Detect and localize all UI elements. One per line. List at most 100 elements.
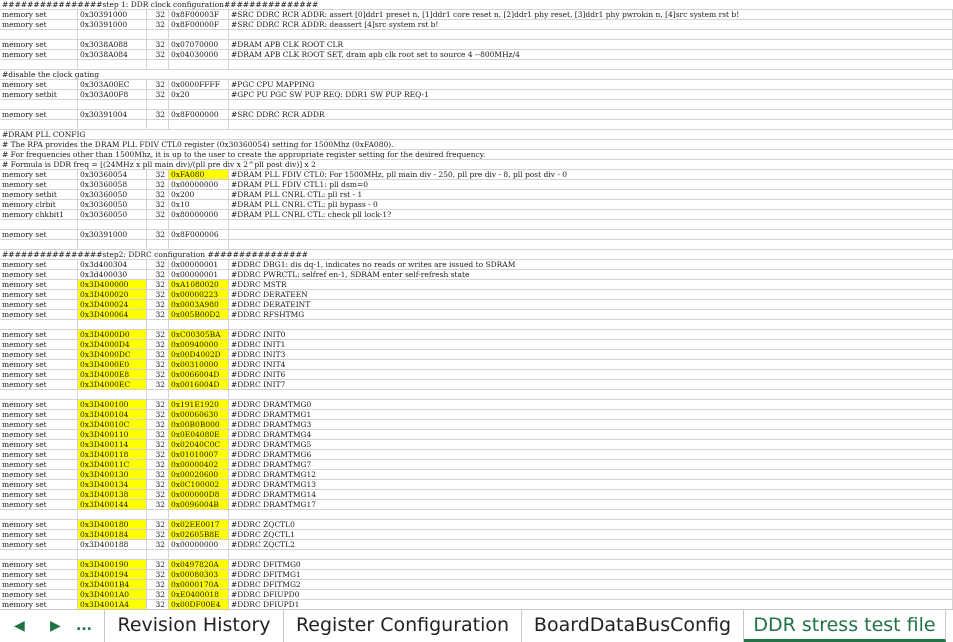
cell-width[interactable]: 32 [147,400,169,410]
cell-description[interactable]: #DRAM PLL CNRL CTL: pll rst - 1 [229,190,953,200]
cell-command[interactable]: memory set [0,170,78,180]
cell-address[interactable]: 0x30391000 [78,230,147,240]
cell-value[interactable] [169,240,229,250]
cell-address[interactable]: 0x3D400000 [78,280,147,290]
cell-width[interactable] [147,220,169,230]
cell-value[interactable]: 0x0000170A [169,580,229,590]
cell-command[interactable]: memory set [0,450,78,460]
cell-description[interactable]: #PGC CPU MAPPING [229,80,953,90]
cell-width[interactable] [147,60,169,70]
cell-command[interactable]: memory setbit [0,90,78,100]
cell-command[interactable]: memory set [0,230,78,240]
cell-width[interactable]: 32 [147,430,169,440]
cell-command[interactable] [0,60,78,70]
spreadsheet-grid[interactable]: ################step 1: DDR clock config… [0,0,953,609]
cell-description[interactable]: #DDRC DFITMG1 [229,570,953,580]
cell-width[interactable]: 32 [147,600,169,609]
cell-width[interactable]: 32 [147,90,169,100]
cell-width[interactable]: 32 [147,450,169,460]
cell-description[interactable] [229,120,953,130]
cell-description[interactable]: #DDRC DFITMG2 [229,580,953,590]
cell-address[interactable]: 0x3D4000D0 [78,330,147,340]
cell-width[interactable]: 32 [147,10,169,20]
cell-address[interactable]: 0x3D400114 [78,440,147,450]
cell-width[interactable]: 32 [147,570,169,580]
cell-command[interactable]: memory set [0,50,78,60]
cell-description[interactable]: #SRC DDRC RCR ADDR: deassert [4]src syst… [229,20,953,30]
cell-command[interactable]: memory set [0,400,78,410]
cell-value[interactable]: 0x07070000 [169,40,229,50]
cell-value[interactable]: 0x00DF00E4 [169,600,229,609]
cell-value[interactable]: 0x8F00003F [169,10,229,20]
cell-value[interactable]: 0x00D4002D [169,350,229,360]
cell-value[interactable]: 0x8F00000F [169,20,229,30]
cell-description[interactable] [229,100,953,110]
cell-value[interactable]: 0x02605B8E [169,530,229,540]
cell-command[interactable]: memory set [0,600,78,609]
cell-command[interactable] [0,220,78,230]
cell-value[interactable]: 0xE0400018 [169,590,229,600]
cell-width[interactable]: 32 [147,40,169,50]
cell-address[interactable] [78,60,147,70]
cell-address[interactable]: 0x3D40010C [78,420,147,430]
cell-value[interactable]: 0x00000223 [169,290,229,300]
cell-address[interactable] [78,100,147,110]
cell-description[interactable]: #GPC PU PGC SW PUP REQ: DDR1 SW PUP REQ-… [229,90,953,100]
cell-address[interactable]: 0x3D400194 [78,570,147,580]
cell-value[interactable]: 0x00310000 [169,360,229,370]
cell-width[interactable]: 32 [147,170,169,180]
cell-address[interactable]: 0x3D400184 [78,530,147,540]
cell-command[interactable]: memory setbit [0,190,78,200]
cell-value[interactable] [169,390,229,400]
cell-address[interactable]: 0x30391000 [78,20,147,30]
cell-value[interactable] [169,320,229,330]
cell-command[interactable]: memory set [0,470,78,480]
cell-value[interactable]: 0x0C100002 [169,480,229,490]
cell-value[interactable]: 0x00B0B000 [169,420,229,430]
cell-command[interactable]: memory chkbit1 [0,210,78,220]
cell-description[interactable]: #DDRC DFIUPD1 [229,600,953,609]
cell-address[interactable]: 0x3D400130 [78,470,147,480]
cell-width[interactable]: 32 [147,540,169,550]
cell-width[interactable]: 32 [147,200,169,210]
cell-value[interactable]: 0x02EE0017 [169,520,229,530]
cell-command[interactable] [0,120,78,130]
cell-value[interactable]: 0x191E1920 [169,400,229,410]
cell-description[interactable]: #DDRC DRAMTMG13 [229,480,953,490]
cell-value[interactable]: 0x0016004D [169,380,229,390]
cell-command[interactable]: memory set [0,180,78,190]
cell-address[interactable]: 0x30360058 [78,180,147,190]
cell-width[interactable]: 32 [147,310,169,320]
cell-address[interactable]: 0x3D400064 [78,310,147,320]
scroll-tabs-right-icon[interactable]: ▶ [50,618,61,634]
cell-command[interactable] [0,320,78,330]
cell-description[interactable]: #DDRC DRAMTMG7 [229,460,953,470]
cell-value[interactable]: 0x8F000000 [169,110,229,120]
cell-command[interactable]: memory set [0,40,78,50]
cell-width[interactable] [147,100,169,110]
cell-description[interactable]: #DDRC DRAMTMG4 [229,430,953,440]
cell-address[interactable] [78,120,147,130]
cell-value[interactable]: 0x0E04080E [169,430,229,440]
cell-value[interactable]: 0x04030000 [169,50,229,60]
cell-width[interactable]: 32 [147,230,169,240]
cell-width[interactable] [147,240,169,250]
cell-command[interactable] [0,240,78,250]
more-sheets-button[interactable]: ... [76,618,92,634]
cell-value[interactable] [169,510,229,520]
tab-register-configuration[interactable]: Register Configuration [284,610,522,642]
cell-description[interactable]: #DRAM APB CLK ROOT CLR [229,40,953,50]
cell-address[interactable]: 0x3D400024 [78,300,147,310]
cell-description[interactable] [229,320,953,330]
cell-description[interactable]: #DDRC DFIUPD0 [229,590,953,600]
cell-description[interactable]: #DRAM PLL CNRL CTL: check pll lock-1? [229,210,953,220]
cell-width[interactable]: 32 [147,380,169,390]
cell-address[interactable]: 0x3D400134 [78,480,147,490]
cell-command[interactable]: memory set [0,350,78,360]
cell-width[interactable] [147,320,169,330]
cell-description[interactable]: #DDRC DERATEINT [229,300,953,310]
cell-value[interactable]: 0xC00305BA [169,330,229,340]
cell-width[interactable] [147,30,169,40]
cell-value[interactable]: 0x00000402 [169,460,229,470]
tab-revision-history[interactable]: Revision History [104,610,284,642]
